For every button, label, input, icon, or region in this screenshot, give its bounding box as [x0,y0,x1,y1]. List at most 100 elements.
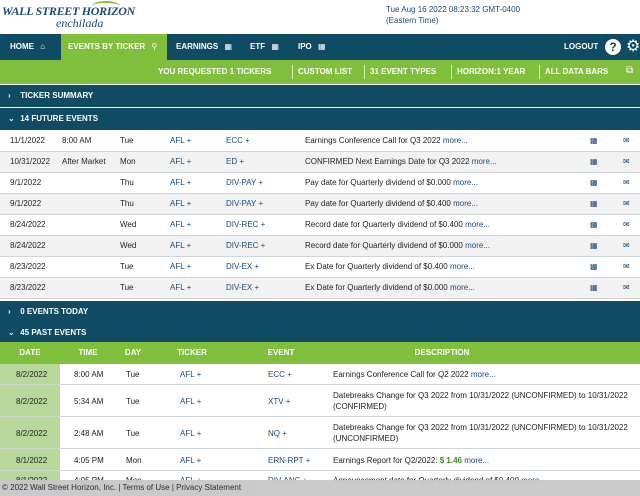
cell-description: Pay date for Quarterly dividend of $0.40… [305,194,478,214]
filter-data-bars[interactable]: ALL DATA BARS [545,60,608,84]
cell-event[interactable]: DIV-EX + [226,278,259,298]
description-line-2: (UNCONFIRMED) [333,434,399,443]
nav-etf[interactable]: ETF ▦ [246,34,283,60]
add-to-calendar-icon[interactable]: ▦ [590,194,598,214]
filter-custom-list[interactable]: CUSTOM LIST [298,60,352,84]
email-icon[interactable]: ✉ [623,278,630,298]
email-icon[interactable]: ✉ [623,194,630,214]
cell-description: Earnings Report for Q2/2022: $ 1.46 more… [333,455,489,466]
filter-event-types[interactable]: 31 EVENT TYPES [370,60,436,84]
cell-ticker[interactable]: AFL + [170,278,191,298]
nav-earnings-label: EARNINGS [176,42,219,51]
email-icon[interactable]: ✉ [623,215,630,235]
more-link[interactable]: more... [465,220,490,229]
cell-event[interactable]: DIV-REC + [226,215,265,235]
col-time[interactable]: TIME [62,342,114,364]
cell-ticker[interactable]: AFL + [170,131,191,151]
section-past-events[interactable]: ⌄ 45 PAST EVENTS [0,322,640,344]
col-event[interactable]: EVENT [246,342,316,364]
more-link[interactable]: more... [450,283,475,292]
email-icon[interactable]: ✉ [623,257,630,277]
add-to-calendar-icon[interactable]: ▦ [590,278,598,298]
description-line-2: (CONFIRMED) [333,402,387,411]
cell-event[interactable]: DIV-PAY + [226,173,263,193]
description-text: Datebreaks Change for Q3 2022 from 10/31… [333,423,628,432]
cell-description: Earnings Conference Call for Q3 2022 mor… [305,131,468,151]
chevron-right-icon: › [8,91,11,100]
export-icon[interactable]: ⧉ [626,65,633,76]
more-link[interactable]: more... [471,370,496,379]
table-row: 8/2/2022 2:48 AM Tue AFL + NQ + Datebreaks Ch… [0,417,640,449]
nav-home[interactable]: HOME ⌂ [6,34,49,60]
description-text: Pay date for Quarterly dividend of $0.00… [305,178,451,187]
table-row: 8/2/2022 5:34 AM Tue AFL + XTV + Datebreaks C… [0,385,640,417]
table-row: 9/1/2022 Thu AFL + DIV-PAY + Pay date for Qu… [0,173,640,194]
section-events-today[interactable]: › 0 EVENTS TODAY [0,301,640,323]
gear-icon[interactable]: ⚙ [626,37,640,57]
email-icon[interactable]: ✉ [623,173,630,193]
cell-ticker[interactable]: AFL + [170,194,191,214]
cell-event[interactable]: ERN-RPT + [268,455,310,466]
email-icon[interactable]: ✉ [623,131,630,151]
col-ticker[interactable]: TICKER [162,342,222,364]
more-link[interactable]: more... [472,157,497,166]
more-link[interactable]: more... [453,199,478,208]
section-ticker-summary[interactable]: › TICKER SUMMARY [0,85,640,107]
help-icon[interactable]: ? [605,39,621,55]
table-row: 11/1/2022 8:00 AM Tue AFL + ECC + Earnings Co… [0,131,640,152]
footer-privacy-link[interactable]: Privacy Statement [176,483,241,492]
add-to-calendar-icon[interactable]: ▦ [590,173,598,193]
more-link[interactable]: more... [464,456,489,465]
add-to-calendar-icon[interactable]: ▦ [590,236,598,256]
col-description[interactable]: DESCRIPTION [332,342,552,364]
cell-date: 8/23/2022 [10,262,46,271]
cell-event[interactable]: DIV-PAY + [226,194,263,214]
email-icon[interactable]: ✉ [623,236,630,256]
footer: © 2022 Wall Street Horizon, Inc. | Terms… [0,480,640,496]
email-icon[interactable]: ✉ [623,152,630,172]
add-to-calendar-icon[interactable]: ▦ [590,215,598,235]
col-day[interactable]: DAY [114,342,152,364]
cell-event[interactable]: DIV-EX + [226,257,259,277]
cell-ticker[interactable]: AFL + [180,369,201,380]
cell-ticker[interactable]: AFL + [180,428,201,439]
cell-date: 8/2/2022 [16,370,48,379]
cell-event[interactable]: DIV-REC + [226,236,265,256]
cell-ticker[interactable]: AFL + [180,455,201,466]
cell-ticker[interactable]: AFL + [170,152,191,172]
section-past-events-label: 45 PAST EVENTS [20,328,87,337]
more-link[interactable]: more... [453,178,478,187]
add-to-calendar-icon[interactable]: ▦ [590,257,598,277]
more-link[interactable]: more... [465,241,490,250]
add-to-calendar-icon[interactable]: ▦ [590,131,598,151]
cell-ticker[interactable]: AFL + [180,396,201,407]
table-row: 10/31/2022 After Market Mon AFL + ED + CONFIR… [0,152,640,173]
add-to-calendar-icon[interactable]: ▦ [590,152,598,172]
nav-ipo[interactable]: IPO ▦ [294,34,330,60]
footer-terms-link[interactable]: Terms of Use [122,483,169,492]
cell-event[interactable]: XTV + [268,396,290,407]
nav-earnings[interactable]: EARNINGS ▦ [172,34,236,60]
cell-ticker[interactable]: AFL + [170,257,191,277]
cell-event[interactable]: ECC + [268,369,292,380]
cell-ticker[interactable]: AFL + [170,173,191,193]
logout-link[interactable]: LOGOUT [560,34,602,60]
section-future-events[interactable]: ⌄ 14 FUTURE EVENTS [0,108,640,130]
more-link[interactable]: more... [443,136,468,145]
cell-event[interactable]: ECC + [226,131,250,151]
col-date[interactable]: DATE [0,342,60,364]
current-datetime: Tue Aug 16 2022 08:23:32 GMT-0400 (Easte… [386,4,520,26]
cell-ticker[interactable]: AFL + [170,215,191,235]
earnings-value: $ 1.46 [439,456,462,465]
nav-events-by-ticker[interactable]: EVENTS BY TICKER ⚲ [61,34,167,60]
more-link[interactable]: more... [450,262,475,271]
filter-horizon[interactable]: HORIZON:1 YEAR [457,60,525,84]
cell-date: 8/1/2022 [16,456,48,465]
chevron-right-icon: › [8,307,11,316]
cell-ticker[interactable]: AFL + [170,236,191,256]
nav-home-label: HOME [10,42,34,51]
section-ticker-summary-label: TICKER SUMMARY [20,91,94,100]
filter-requested-tickers[interactable]: YOU REQUESTED 1 TICKERS [158,60,271,84]
cell-event[interactable]: NQ + [268,428,287,439]
cell-event[interactable]: ED + [226,152,244,172]
